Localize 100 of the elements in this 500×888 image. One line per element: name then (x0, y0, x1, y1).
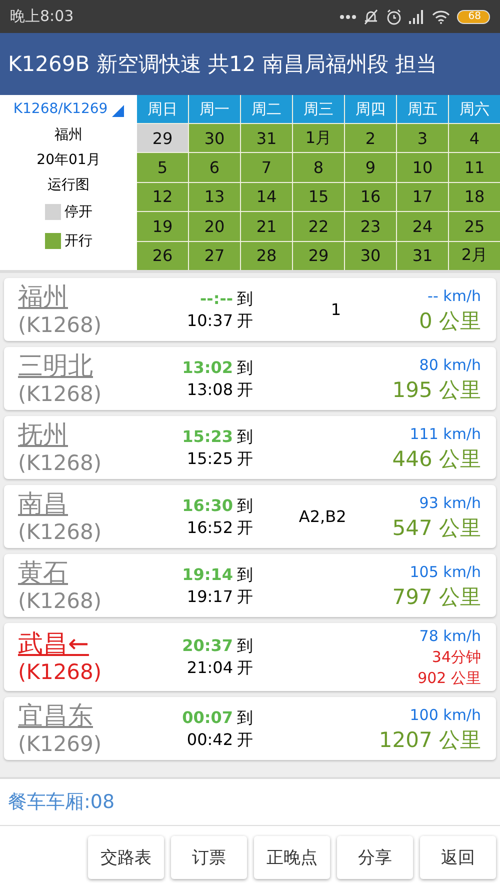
station-name[interactable]: 黄石 (18, 558, 153, 588)
action-button[interactable]: 订票 (171, 836, 247, 878)
action-button[interactable]: 分享 (337, 836, 413, 878)
weekday-header: 周一 (189, 95, 240, 123)
action-button[interactable]: 正晚点 (254, 836, 330, 878)
departure-time: 00:42 (186, 728, 233, 750)
calendar-day[interactable]: 22 (293, 212, 344, 241)
calendar-day[interactable]: 4 (449, 124, 500, 152)
weekday-header: 周日 (137, 95, 188, 123)
calendar-day[interactable]: 17 (397, 182, 448, 212)
calendar-day[interactable]: 12 (137, 182, 188, 212)
station-label: 福州 (54, 126, 82, 145)
calendar-day[interactable]: 20 (189, 212, 240, 241)
departure-time: 21:04 (186, 657, 233, 679)
bell-muted-icon (363, 8, 380, 24)
delay-text: 34分钟 (432, 647, 481, 668)
distance-text: 195 公里 (392, 376, 481, 404)
station-name[interactable]: 宜昌东 (18, 700, 153, 730)
wifi-icon (432, 10, 450, 24)
calendar-day[interactable]: 8 (293, 153, 344, 182)
speed-text: 78 km/h (419, 626, 481, 647)
action-button[interactable]: 返回 (420, 836, 496, 878)
calendar-day[interactable]: 1月 (293, 124, 344, 152)
dropdown-icon (112, 105, 124, 117)
train-number: (K1269) (18, 730, 103, 756)
train-selector[interactable]: K1268/K1269 (13, 101, 124, 117)
calendar-day[interactable]: 26 (137, 242, 188, 270)
calendar-day[interactable]: 29 (137, 124, 188, 152)
speed-text: 111 km/h (410, 424, 481, 444)
station-name[interactable]: 福州 (18, 282, 153, 312)
calendar-day[interactable]: 29 (293, 242, 344, 270)
dining-car-text: 餐车车厢:08 (8, 790, 115, 815)
station-name[interactable]: 武昌← (18, 629, 153, 659)
calendar-day[interactable]: 25 (449, 212, 500, 241)
station-name[interactable]: 南昌 (18, 488, 153, 518)
calendar-day[interactable]: 27 (189, 242, 240, 270)
station-card[interactable]: 三明北 (K1268) 13:02 到 13:08 开 80 km/h 195 公里 (4, 347, 496, 410)
calendar-day[interactable]: 11 (449, 153, 500, 182)
alarm-icon (386, 8, 402, 24)
calendar-day[interactable]: 3 (397, 124, 448, 152)
arrival-time: 16:30 (182, 494, 233, 516)
station-card[interactable]: 宜昌东 (K1269) 00:07 到 00:42 开 100 km/h 1207 公里 (4, 697, 496, 760)
calendar-day[interactable]: 31 (241, 124, 292, 152)
departure-time: 13:08 (186, 378, 233, 400)
departure-label: 开 (237, 378, 253, 400)
speed-text: 100 km/h (410, 704, 481, 726)
calendar-day[interactable]: 18 (449, 182, 500, 212)
station-card[interactable]: 武昌← (K1268) 20:37 到 21:04 开 78 km/h 34分钟 902 公里 (4, 623, 496, 691)
calendar-day[interactable]: 30 (345, 242, 396, 270)
speed-text: 93 km/h (419, 492, 481, 514)
calendar-day[interactable]: 10 (397, 153, 448, 182)
arrival-label: 到 (237, 564, 253, 586)
station-name[interactable]: 抚州 (18, 420, 153, 450)
station-card[interactable]: 福州 (K1268) --:-- 到 10:37 开 1 -- km/h 0 公里 (4, 278, 496, 341)
train-number: (K1268) (18, 518, 103, 544)
calendar-day[interactable]: 23 (345, 212, 396, 241)
speed-text: -- km/h (428, 286, 481, 306)
station-card[interactable]: 抚州 (K1268) 15:23 到 15:25 开 111 km/h 446 公里 (4, 416, 496, 479)
station-card[interactable]: 南昌 (K1268) 16:30 到 16:52 开 A2,B2 93 km/h 547 公里 (4, 485, 496, 548)
distance-text: 547 公里 (392, 514, 481, 542)
battery-indicator: 68 (457, 10, 490, 24)
calendar-day[interactable]: 30 (189, 124, 240, 152)
calendar-day[interactable]: 24 (397, 212, 448, 241)
calendar-day[interactable]: 7 (241, 153, 292, 182)
calendar-day[interactable]: 19 (137, 212, 188, 241)
calendar-day[interactable]: 28 (241, 242, 292, 270)
calendar-day[interactable]: 13 (189, 182, 240, 212)
distance-text: 797 公里 (392, 584, 481, 610)
legend-label: 开行 (64, 232, 92, 251)
station-name[interactable]: 三明北 (18, 350, 153, 380)
calendar-day[interactable]: 16 (345, 182, 396, 212)
departure-time: 19:17 (186, 586, 233, 608)
arrival-label: 到 (237, 635, 253, 657)
arrival-label: 到 (237, 706, 253, 728)
calendar-day[interactable]: 2 (345, 124, 396, 152)
calendar-day[interactable]: 31 (397, 242, 448, 270)
calendar-day[interactable]: 14 (241, 182, 292, 212)
train-number: (K1268) (18, 659, 103, 685)
arrival-time: 20:37 (182, 635, 233, 657)
calendar-day[interactable]: 6 (189, 153, 240, 182)
weekday-header: 周五 (397, 95, 448, 123)
action-button[interactable]: 交路表 (88, 836, 164, 878)
calendar-day[interactable]: 9 (345, 153, 396, 182)
calendar-day[interactable]: 21 (241, 212, 292, 241)
arrival-time: --:-- (200, 288, 233, 310)
calendar-day[interactable]: 5 (137, 153, 188, 182)
more-dots-icon (340, 14, 356, 20)
departure-label: 开 (237, 586, 253, 608)
train-number: (K1268) (18, 312, 103, 338)
platform-note: 1 (330, 300, 342, 319)
calendar-day[interactable]: 15 (293, 182, 344, 212)
weekday-header: 周四 (345, 95, 396, 123)
station-card[interactable]: 黄石 (K1268) 19:14 到 19:17 开 105 km/h 797 公里 (4, 554, 496, 617)
status-time: 晚上8:03 (10, 7, 74, 26)
departure-time: 10:37 (186, 310, 233, 332)
arrival-label: 到 (237, 426, 253, 448)
distance-text: 1207 公里 (378, 726, 481, 754)
calendar-day[interactable]: 2月 (449, 242, 500, 270)
departure-label: 开 (237, 516, 253, 538)
month-label: 20年01月 (36, 151, 100, 170)
